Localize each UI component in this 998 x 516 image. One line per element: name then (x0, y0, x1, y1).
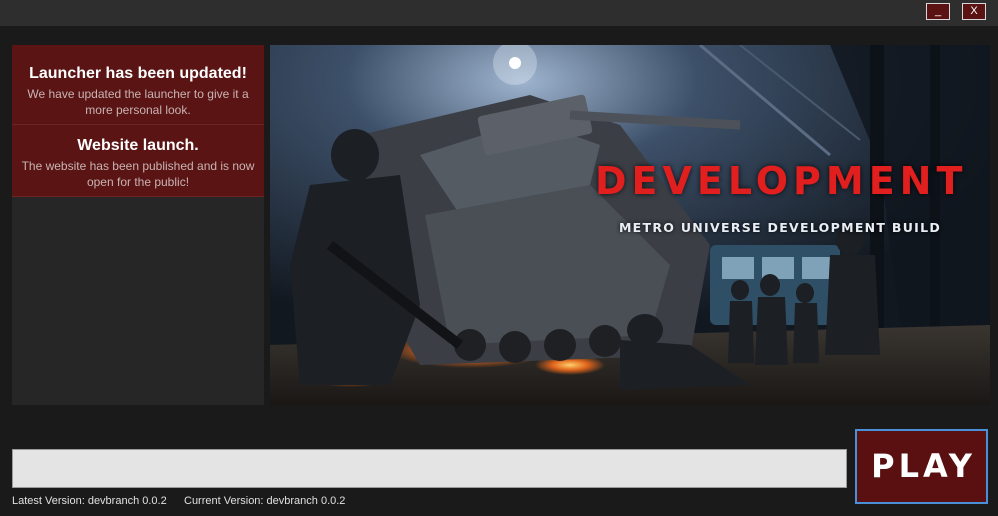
progress-bar (12, 449, 847, 488)
banner-title: DEVELOPMENT (595, 159, 968, 203)
current-version-label: Current Version: devbranch 0.0.2 (184, 495, 346, 507)
news-panel: Launcher has been updated! We have updat… (12, 45, 264, 405)
minimize-button[interactable]: _ (926, 3, 950, 20)
news-body: We have updated the launcher to give it … (27, 87, 249, 117)
banner-subtitle: METRO UNIVERSE DEVELOPMENT BUILD (618, 220, 942, 235)
news-title: Launcher has been updated! (29, 65, 247, 82)
news-body: The website has been published and is no… (21, 159, 255, 189)
news-title: Website launch. (77, 137, 199, 154)
news-item: Launcher has been updated! We have updat… (12, 45, 264, 125)
latest-version-label: Latest Version: devbranch 0.0.2 (12, 495, 167, 507)
close-button[interactable]: X (962, 3, 986, 20)
title-bar: _ X (0, 0, 998, 26)
play-button[interactable]: PLAY (855, 429, 988, 504)
banner-image: DEVELOPMENT METRO UNIVERSE DEVELOPMENT B… (270, 45, 990, 405)
news-list: Launcher has been updated! We have updat… (12, 45, 264, 197)
news-item: Website launch. The website has been pub… (12, 125, 264, 197)
